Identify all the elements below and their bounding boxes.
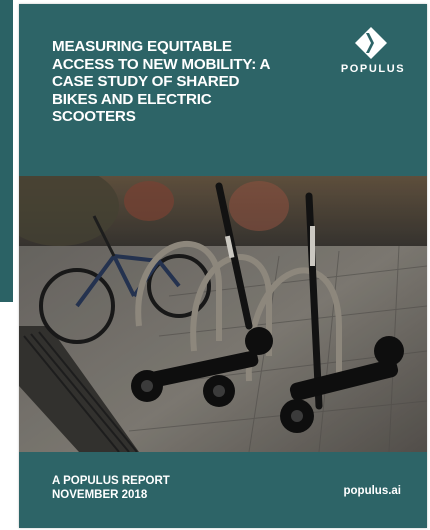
website-link[interactable]: populus.ai	[344, 485, 402, 497]
back-page-edge	[0, 0, 13, 302]
cover-title: MEASURING EQUITABLE ACCESS TO NEW MOBILI…	[52, 38, 270, 125]
populus-logo-icon	[354, 26, 388, 60]
report-date: NOVEMBER 2018	[52, 489, 148, 501]
report-info: A POPULUS REPORT NOVEMBER 2018	[52, 474, 170, 502]
bikes-and-scooters-at-racks-photo	[19, 176, 427, 452]
report-cover: MEASURING EQUITABLE ACCESS TO NEW MOBILI…	[19, 4, 427, 528]
report-label: A POPULUS REPORT	[52, 475, 170, 487]
brand-name: POPULUS	[340, 63, 406, 75]
